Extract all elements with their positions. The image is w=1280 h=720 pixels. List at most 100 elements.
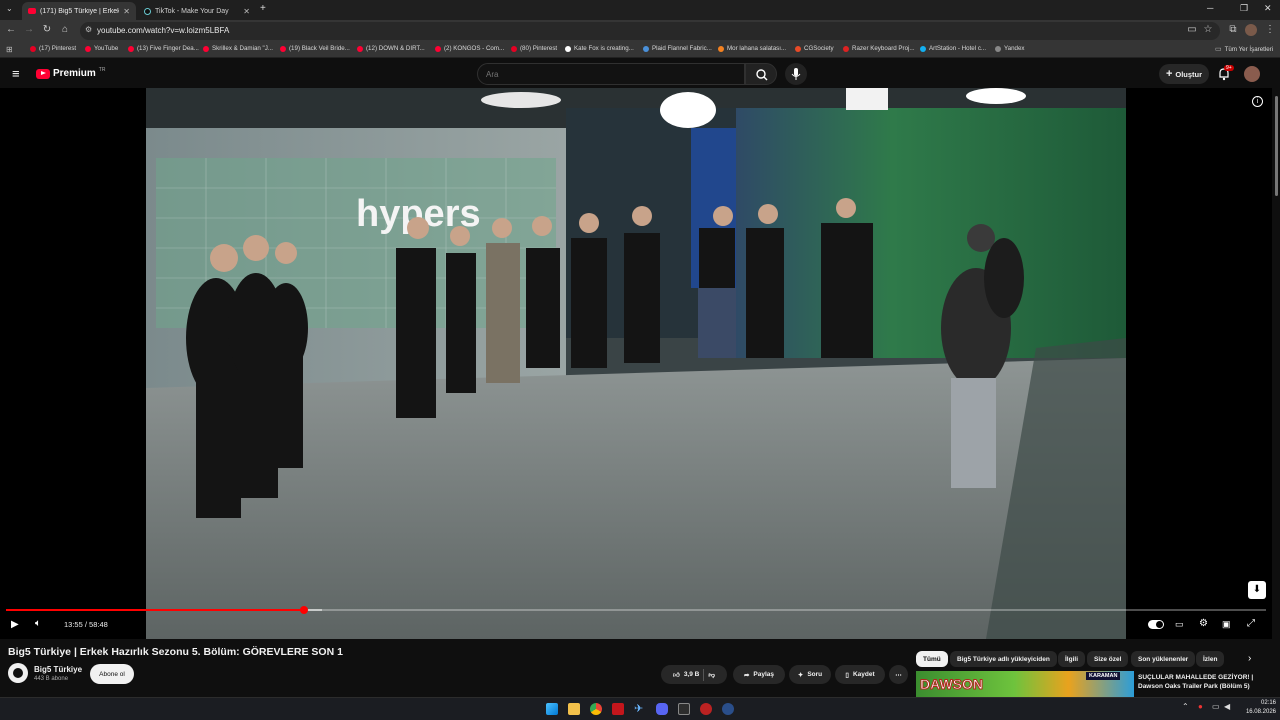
bookmark-item[interactable]: CGSociety <box>795 45 834 52</box>
fullscreen-icon[interactable]: ⤢ <box>1247 618 1255 629</box>
hamburger-menu-icon[interactable]: ≡ <box>12 66 20 81</box>
new-tab-icon[interactable]: + <box>260 3 266 14</box>
bookmark-item[interactable]: Mor lahana salatası... <box>718 45 786 52</box>
share-button[interactable]: ➦ Paylaş <box>733 665 785 684</box>
bookmark-item[interactable]: (13) Five Finger Dea... <box>128 45 199 52</box>
more-actions-button[interactable]: ⋯ <box>889 665 908 684</box>
home-icon[interactable]: ⌂ <box>59 24 71 35</box>
search-input[interactable] <box>486 68 736 81</box>
save-button[interactable]: ▯ Kaydet <box>835 665 885 684</box>
bookmark-star-icon[interactable]: ☆ <box>1202 24 1214 35</box>
telegram-icon[interactable]: ✈ <box>634 703 646 715</box>
url-text[interactable]: youtube.com/watch?v=w.loizm5LBFA <box>97 26 229 35</box>
bookmark-item[interactable]: (80) Pinterest <box>511 45 557 52</box>
browser-menu-icon[interactable]: ⋮ <box>1264 24 1276 35</box>
app-red-icon[interactable] <box>612 703 624 715</box>
bookmark-item[interactable]: ArtStation - Hotel c... <box>920 45 986 52</box>
filter-chip[interactable]: Size özel <box>1087 651 1129 667</box>
terminal-icon[interactable] <box>678 703 690 715</box>
bookmark-item[interactable]: (12) DOWN & DIRT... <box>357 45 425 52</box>
tab-tiktok[interactable]: TikTok - Make Your Day ✕ <box>138 2 256 20</box>
tab-youtube[interactable]: (171) Big5 Türkiye | Erkek Hazırl ✕ <box>22 2 136 20</box>
apps-grid-icon[interactable]: ⊞ <box>6 45 13 54</box>
download-corner-icon[interactable]: ⬇ <box>1248 581 1266 599</box>
bookmark-favicon-icon <box>203 45 209 52</box>
recommendation-thumbnail[interactable]: DAWSON KARAMAN <box>916 671 1134 697</box>
taskbar-time[interactable]: 02:16 <box>1242 700 1276 706</box>
close-tab-icon[interactable]: ✕ <box>243 7 250 16</box>
extensions-icon[interactable]: ⧉ <box>1227 24 1239 35</box>
chips-next-icon[interactable]: › <box>1248 653 1251 664</box>
bookmark-item[interactable]: Razer Keyboard Proj... <box>843 45 915 52</box>
search-button[interactable] <box>745 63 777 85</box>
like-button[interactable]: 👍︎ 3,9 B <box>673 671 699 679</box>
create-button[interactable]: + Oluştur <box>1159 64 1209 84</box>
close-window-icon[interactable]: ✕ <box>1264 3 1272 14</box>
bookmark-item[interactable]: (2) KONGOS - Com... <box>435 45 504 52</box>
bookmark-item[interactable]: Skrillex & Damian "J... <box>203 45 273 52</box>
subscribe-button[interactable]: Abone ol <box>90 664 134 684</box>
bookmark-item[interactable]: Yandex <box>995 45 1025 52</box>
speaker-icon[interactable]: ◀ <box>1224 702 1230 711</box>
address-bar[interactable]: ⚙ youtube.com/watch?v=w.loizm5LBFA <box>80 22 1220 40</box>
windows-taskbar: ✈ ⌃ ● ▭ ◀ <box>0 697 1280 720</box>
sparkle-icon: ✦ <box>797 671 804 679</box>
chrome-icon[interactable] <box>590 703 602 715</box>
subtitles-icon[interactable]: ▭ <box>1175 619 1184 630</box>
reload-icon[interactable]: ↻ <box>41 24 53 35</box>
browser-tab-strip: ⌄ (171) Big5 Türkiye | Erkek Hazırl ✕ Ti… <box>0 0 1280 20</box>
channel-avatar[interactable] <box>8 663 28 683</box>
app-circle-icon[interactable] <box>700 703 712 715</box>
other-bookmarks[interactable]: ▭ Tüm Yer İşaretleri <box>1215 45 1273 54</box>
forward-icon[interactable]: → <box>23 24 35 35</box>
site-info-icon[interactable]: ⚙ <box>85 25 92 34</box>
close-tab-icon[interactable]: ✕ <box>123 7 130 16</box>
search-box[interactable] <box>477 63 745 85</box>
settings-gear-icon[interactable]: ⚙ <box>1199 618 1208 629</box>
minimize-icon[interactable]: ─ <box>1207 3 1213 13</box>
tab-search-icon[interactable]: ⌄ <box>6 4 13 13</box>
file-explorer-icon[interactable] <box>568 703 580 715</box>
filter-chip[interactable]: İlgili <box>1058 651 1085 667</box>
youtube-premium-logo[interactable]: Premium TR <box>36 67 105 79</box>
steam-icon[interactable] <box>722 703 734 715</box>
taskbar-date[interactable]: 16.08.2026 <box>1236 709 1276 715</box>
mic-tray-icon[interactable]: ● <box>1198 702 1203 711</box>
filter-chip[interactable]: Tümü <box>916 651 948 667</box>
account-avatar[interactable] <box>1244 66 1260 82</box>
miniplayer-icon[interactable]: ▣ <box>1222 619 1231 630</box>
windows-start-icon[interactable] <box>546 703 558 715</box>
profile-avatar[interactable] <box>1245 24 1257 36</box>
bookmark-item[interactable]: (17) Pinterest <box>30 45 76 52</box>
ask-button[interactable]: ✦ Soru <box>789 665 831 684</box>
recommendation-title[interactable]: SUÇLULAR MAHALLEDE GEZİYOR! | Dawson Oak… <box>1138 673 1273 691</box>
network-icon[interactable]: ▭ <box>1212 702 1220 711</box>
dislike-button[interactable]: 👎︎ <box>708 671 715 679</box>
bookmark-item[interactable]: (19) Black Veil Bride... <box>280 45 350 52</box>
tray-chevron-icon[interactable]: ⌃ <box>1182 702 1189 711</box>
back-icon[interactable]: ← <box>5 24 17 35</box>
bookmark-label: Yandex <box>1004 45 1025 52</box>
filter-chip[interactable]: Big5 Türkiye adlı yükleyiciden <box>950 651 1057 667</box>
info-icon[interactable]: i <box>1252 96 1263 107</box>
voice-search-button[interactable] <box>785 63 807 85</box>
filter-chip[interactable]: İzlen <box>1196 651 1225 667</box>
install-app-icon[interactable]: ▭ <box>1186 24 1198 35</box>
autoplay-toggle[interactable] <box>1148 620 1164 629</box>
channel-name[interactable]: Big5 Türkiye <box>34 665 82 674</box>
play-icon[interactable]: ▶ <box>11 619 19 630</box>
notification-badge: 9+ <box>1224 65 1234 71</box>
bookmark-item[interactable]: Kate Fox is creating... <box>565 45 634 52</box>
bookmark-item[interactable]: Plaid Flannel Fabric... <box>643 45 712 52</box>
bookmark-label: CGSociety <box>804 45 834 52</box>
tab-label: TikTok - Make Your Day <box>155 7 229 15</box>
filter-chip[interactable]: Son yüklenenler <box>1131 651 1196 667</box>
progress-scrubber[interactable] <box>300 606 308 614</box>
restore-icon[interactable]: ❐ <box>1240 3 1248 14</box>
scrollbar-thumb[interactable] <box>1275 96 1278 196</box>
notifications-button[interactable]: 9+ <box>1217 65 1234 86</box>
video-player[interactable]: hypers i ⬇ <box>0 88 1272 639</box>
bookmark-item[interactable]: YouTube <box>85 45 118 52</box>
discord-icon[interactable] <box>656 703 668 715</box>
volume-icon[interactable]: 🔈︎ <box>35 618 41 629</box>
